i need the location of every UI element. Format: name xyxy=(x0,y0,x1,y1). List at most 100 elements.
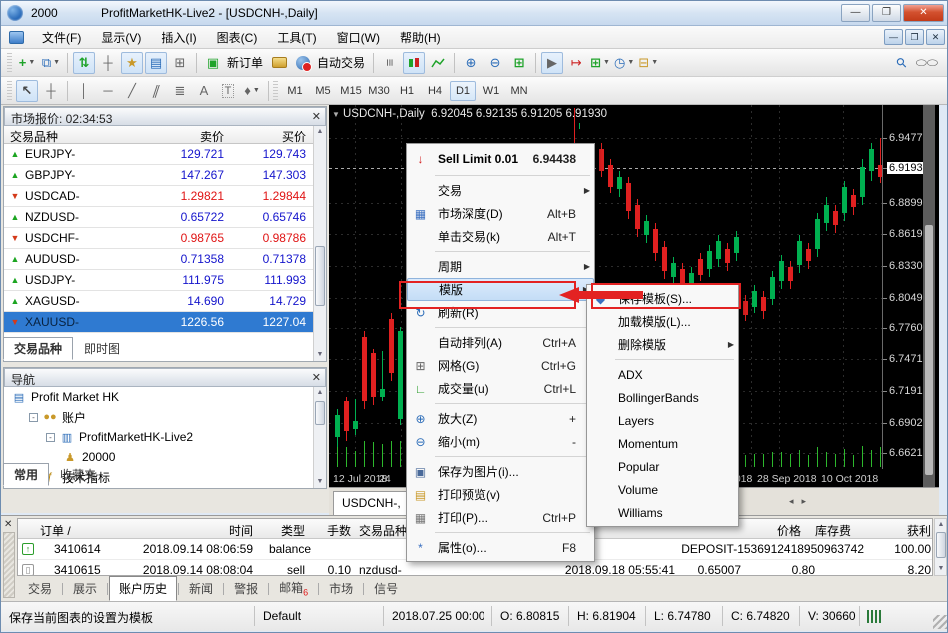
context-menu-item[interactable]: ▦打印(P)...Ctrl+P xyxy=(407,506,594,529)
template-submenu-item[interactable]: 删除模版▶ xyxy=(587,333,738,356)
periods-button[interactable]: ◷▼ xyxy=(613,52,635,74)
new-order-button[interactable]: ▣ xyxy=(202,52,224,74)
context-menu-item[interactable]: 周期▶ xyxy=(407,255,594,278)
market-watch-tab[interactable]: 交易品种 xyxy=(3,337,73,360)
market-watch-row[interactable]: ▼XAUUSD-1226.561227.04 xyxy=(4,312,313,333)
template-submenu-item[interactable]: Popular xyxy=(587,455,738,478)
expander-icon[interactable]: - xyxy=(46,433,55,442)
context-menu-item[interactable]: ▦市场深度(D)Alt+B xyxy=(407,202,594,225)
close-button[interactable]: ✕ xyxy=(903,4,944,22)
context-menu-item[interactable]: ⊞网格(G)Ctrl+G xyxy=(407,354,594,377)
minimize-button[interactable]: — xyxy=(841,4,870,22)
menubar-item[interactable]: 帮助(H) xyxy=(390,28,451,48)
vertical-line-tool-button[interactable]: │ xyxy=(73,80,95,102)
market-watch-tab[interactable]: 即时图 xyxy=(73,337,131,360)
chat-icon[interactable]: ⬭⬭ xyxy=(915,52,939,74)
market-watch-row[interactable]: ▲EURJPY-129.721129.743 xyxy=(4,144,313,165)
period-button-m1[interactable]: M1 xyxy=(282,81,308,101)
market-watch-row[interactable]: ▲NZDUSD-0.657220.65746 xyxy=(4,207,313,228)
context-menu-item[interactable]: ▤打印预览(v) xyxy=(407,483,594,506)
navigator-button[interactable]: ★ xyxy=(121,52,143,74)
navigator-scrollbar[interactable]: ▲ ▼ xyxy=(313,387,326,488)
template-submenu-item[interactable]: BollingerBands xyxy=(587,386,738,409)
cursor-tool-button[interactable]: ↖ xyxy=(16,80,38,102)
templates-button[interactable]: ⊟▼ xyxy=(637,52,659,74)
terminal-tab[interactable]: 交易 xyxy=(19,577,61,600)
template-submenu-item[interactable]: Williams xyxy=(587,501,738,524)
new-chart-button[interactable]: +▼ xyxy=(16,52,38,74)
market-watch-row[interactable]: ▼USDCAD-1.298211.29844 xyxy=(4,186,313,207)
menubar-item[interactable]: 工具(T) xyxy=(267,28,326,48)
column-header[interactable]: 时间 xyxy=(168,522,253,539)
autotrading-button[interactable] xyxy=(292,52,314,74)
search-icon[interactable]: ⚲ xyxy=(891,52,913,74)
period-button-m30[interactable]: M30 xyxy=(366,81,392,101)
one-click-trading-collapse-icon[interactable]: ▼ xyxy=(332,110,340,119)
auto-scroll-button[interactable]: ▶ xyxy=(541,52,563,74)
text-tool-button[interactable]: A xyxy=(193,80,215,102)
period-button-d1[interactable]: D1 xyxy=(450,81,476,101)
terminal-scrollbar[interactable]: ▲ ▼ xyxy=(934,518,947,576)
chart-shift-button[interactable]: ↦ xyxy=(565,52,587,74)
profiles-button[interactable]: ⧉▼ xyxy=(40,52,62,74)
bar-chart-button[interactable]: ≡ xyxy=(379,52,401,74)
zoom-in-button[interactable]: ⊕ xyxy=(460,52,482,74)
template-submenu-item[interactable]: Volume xyxy=(587,478,738,501)
market-watch-row[interactable]: ▲GBPJPY-147.267147.303 xyxy=(4,165,313,186)
strategy-tester-button[interactable]: ⊞ xyxy=(169,52,191,74)
menubar-item[interactable]: 图表(C) xyxy=(207,28,268,48)
column-header[interactable]: 订单 / xyxy=(40,522,120,539)
template-submenu-item[interactable]: Layers xyxy=(587,409,738,432)
close-icon[interactable]: ✕ xyxy=(4,519,12,530)
navigator-item[interactable]: ▤Profit Market HK xyxy=(4,387,313,407)
maximize-button[interactable]: ❐ xyxy=(872,4,901,22)
candlestick-button[interactable] xyxy=(403,52,425,74)
column-header[interactable]: 手数 xyxy=(313,522,351,539)
data-window-button[interactable]: ┼ xyxy=(97,52,119,74)
mdi-close-button[interactable]: ✕ xyxy=(926,29,945,45)
market-watch-row[interactable]: ▲AUDUSD-0.713580.71378 xyxy=(4,249,313,270)
toolbar-drag-handle[interactable] xyxy=(7,53,12,73)
table-row[interactable]: ▯34106152018.09.14 08:08:04sell0.10nzdus… xyxy=(18,560,932,576)
context-menu-item[interactable]: *属性(o)...F8 xyxy=(407,536,594,559)
menubar-item[interactable]: 文件(F) xyxy=(32,28,91,48)
mdi-minimize-button[interactable]: — xyxy=(884,29,903,45)
scroll-up-icon[interactable]: ▲ xyxy=(314,126,326,138)
channel-tool-button[interactable]: ∥ xyxy=(145,80,167,102)
column-header[interactable]: 获利 xyxy=(886,522,931,539)
context-menu-item[interactable]: 自动排列(A)Ctrl+A xyxy=(407,331,594,354)
menubar-item[interactable]: 显示(V) xyxy=(91,28,151,48)
terminal-tab[interactable]: 市场 xyxy=(320,577,362,600)
toolbar-drag-handle[interactable] xyxy=(273,81,278,101)
navigator-item[interactable]: -●●账户 xyxy=(4,407,313,427)
scroll-down-icon[interactable]: ▼ xyxy=(935,563,947,575)
market-watch-row[interactable]: ▲XAGUSD-14.69014.729 xyxy=(4,291,313,312)
line-chart-button[interactable] xyxy=(427,52,449,74)
navigator-tab[interactable]: 常用 xyxy=(3,463,49,486)
chart-vertical-scrollbar[interactable] xyxy=(923,105,935,487)
context-menu-item[interactable]: 交易▶ xyxy=(407,179,594,202)
navigator-tab[interactable]: 收藏夹 xyxy=(49,463,107,486)
menubar-item[interactable]: 窗口(W) xyxy=(327,28,390,48)
arrows-tool-button[interactable]: ♦▼ xyxy=(241,80,263,102)
new-order-label[interactable]: 新订单 xyxy=(227,54,263,71)
terminal-drag-strip[interactable] xyxy=(3,532,15,598)
quick-chart-icon[interactable] xyxy=(867,610,881,623)
market-watch-button[interactable]: ⇅ xyxy=(73,52,95,74)
close-icon[interactable]: ✕ xyxy=(312,110,321,123)
template-submenu-item[interactable]: ADX xyxy=(587,363,738,386)
period-button-m5[interactable]: M5 xyxy=(310,81,336,101)
tab-scroll-arrows[interactable]: ◂▸ xyxy=(789,496,814,507)
toolbar-drag-handle[interactable] xyxy=(7,81,12,101)
template-submenu-item[interactable]: Momentum xyxy=(587,432,738,455)
trendline-tool-button[interactable]: ╱ xyxy=(121,80,143,102)
terminal-button[interactable]: ▤ xyxy=(145,52,167,74)
context-menu-item[interactable]: ⊕放大(Z)+ xyxy=(407,407,594,430)
text-label-tool-button[interactable]: T xyxy=(217,80,239,102)
column-header[interactable]: 价格 xyxy=(753,522,801,539)
terminal-tab[interactable]: 展示 xyxy=(64,577,106,600)
terminal-tab[interactable]: 新闻 xyxy=(180,577,222,600)
terminal-tab[interactable]: 邮箱6 xyxy=(270,576,317,600)
terminal-tab[interactable]: 账户历史 xyxy=(109,576,177,601)
scroll-down-icon[interactable]: ▼ xyxy=(314,476,326,488)
